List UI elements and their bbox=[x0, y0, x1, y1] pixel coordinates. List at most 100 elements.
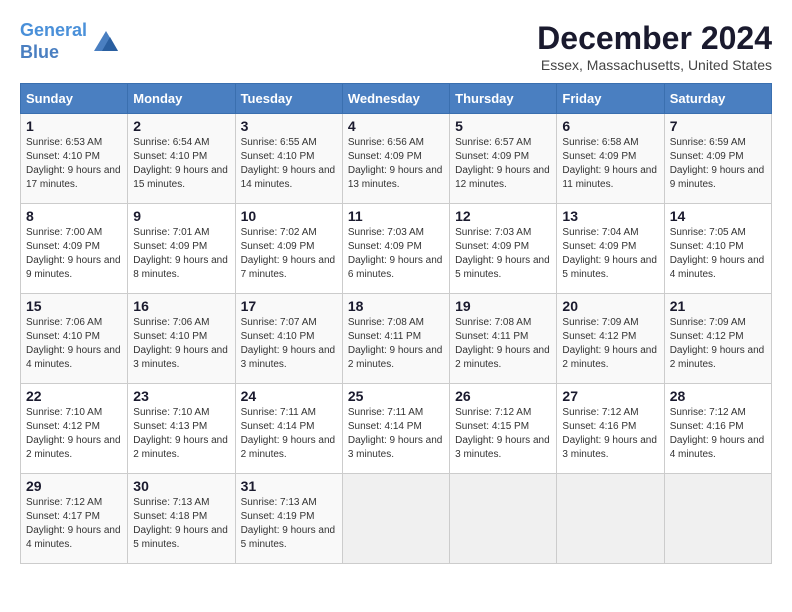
day-info: Sunrise: 6:54 AM Sunset: 4:10 PM Dayligh… bbox=[133, 136, 229, 192]
day-info: Sunrise: 7:10 AM Sunset: 4:13 PM Dayligh… bbox=[133, 406, 229, 462]
day-info: Sunrise: 7:12 AM Sunset: 4:15 PM Dayligh… bbox=[455, 406, 551, 462]
week-row-5: 29 Sunrise: 7:12 AM Sunset: 4:17 PM Dayli… bbox=[21, 474, 772, 564]
day-info: Sunrise: 7:04 AM Sunset: 4:09 PM Dayligh… bbox=[562, 226, 658, 282]
day-number: 11 bbox=[348, 208, 444, 224]
calendar-cell: 23 Sunrise: 7:10 AM Sunset: 4:13 PM Dayli… bbox=[128, 384, 235, 474]
week-row-3: 15 Sunrise: 7:06 AM Sunset: 4:10 PM Dayli… bbox=[21, 294, 772, 384]
day-number: 18 bbox=[348, 298, 444, 314]
day-info: Sunrise: 6:59 AM Sunset: 4:09 PM Dayligh… bbox=[670, 136, 766, 192]
calendar-cell: 20Sunrise: 7:09 AM Sunset: 4:12 PM Dayli… bbox=[557, 294, 664, 384]
day-number: 22 bbox=[26, 388, 122, 404]
calendar-cell: 9Sunrise: 7:01 AM Sunset: 4:09 PM Daylig… bbox=[128, 204, 235, 294]
calendar-cell: 18 Sunrise: 7:08 AM Sunset: 4:11 PM Dayli… bbox=[342, 294, 449, 384]
calendar-cell: 13 Sunrise: 7:04 AM Sunset: 4:09 PM Dayli… bbox=[557, 204, 664, 294]
calendar-cell bbox=[664, 474, 771, 564]
day-header-wednesday: Wednesday bbox=[342, 84, 449, 114]
day-info: Sunrise: 7:06 AM Sunset: 4:10 PM Dayligh… bbox=[26, 316, 122, 372]
logo-line1: General bbox=[20, 20, 87, 40]
calendar-cell: 2 Sunrise: 6:54 AM Sunset: 4:10 PM Daylig… bbox=[128, 114, 235, 204]
day-number: 3 bbox=[241, 118, 337, 134]
calendar-cell: 15 Sunrise: 7:06 AM Sunset: 4:10 PM Dayli… bbox=[21, 294, 128, 384]
calendar-cell: 16 Sunrise: 7:06 AM Sunset: 4:10 PM Dayli… bbox=[128, 294, 235, 384]
calendar-cell: 22Sunrise: 7:10 AM Sunset: 4:12 PM Dayli… bbox=[21, 384, 128, 474]
day-info: Sunrise: 7:06 AM Sunset: 4:10 PM Dayligh… bbox=[133, 316, 229, 372]
day-info: Sunrise: 7:13 AM Sunset: 4:19 PM Dayligh… bbox=[241, 496, 337, 552]
day-info: Sunrise: 7:12 AM Sunset: 4:16 PM Dayligh… bbox=[670, 406, 766, 462]
calendar-cell: 12 Sunrise: 7:03 AM Sunset: 4:09 PM Dayli… bbox=[450, 204, 557, 294]
day-header-tuesday: Tuesday bbox=[235, 84, 342, 114]
day-info: Sunrise: 7:07 AM Sunset: 4:10 PM Dayligh… bbox=[241, 316, 337, 372]
day-info: Sunrise: 7:11 AM Sunset: 4:14 PM Dayligh… bbox=[241, 406, 337, 462]
day-info: Sunrise: 6:58 AM Sunset: 4:09 PM Dayligh… bbox=[562, 136, 658, 192]
day-number: 15 bbox=[26, 298, 122, 314]
day-number: 19 bbox=[455, 298, 551, 314]
calendar-cell: 3 Sunrise: 6:55 AM Sunset: 4:10 PM Daylig… bbox=[235, 114, 342, 204]
day-number: 14 bbox=[670, 208, 766, 224]
day-info: Sunrise: 7:12 AM Sunset: 4:16 PM Dayligh… bbox=[562, 406, 658, 462]
calendar-cell bbox=[557, 474, 664, 564]
day-number: 4 bbox=[348, 118, 444, 134]
day-number: 1 bbox=[26, 118, 122, 134]
calendar-cell: 30 Sunrise: 7:13 AM Sunset: 4:18 PM Dayli… bbox=[128, 474, 235, 564]
day-info: Sunrise: 6:53 AM Sunset: 4:10 PM Dayligh… bbox=[26, 136, 122, 192]
day-number: 7 bbox=[670, 118, 766, 134]
day-number: 16 bbox=[133, 298, 229, 314]
day-info: Sunrise: 7:11 AM Sunset: 4:14 PM Dayligh… bbox=[348, 406, 444, 462]
day-number: 9 bbox=[133, 208, 229, 224]
day-number: 28 bbox=[670, 388, 766, 404]
days-of-week-row: SundayMondayTuesdayWednesdayThursdayFrid… bbox=[21, 84, 772, 114]
logo-text: General Blue bbox=[20, 20, 87, 63]
day-info: Sunrise: 7:13 AM Sunset: 4:18 PM Dayligh… bbox=[133, 496, 229, 552]
day-header-thursday: Thursday bbox=[450, 84, 557, 114]
day-number: 6 bbox=[562, 118, 658, 134]
day-info: Sunrise: 7:12 AM Sunset: 4:17 PM Dayligh… bbox=[26, 496, 122, 552]
day-number: 20 bbox=[562, 298, 658, 314]
day-number: 30 bbox=[133, 478, 229, 494]
calendar-cell: 1 Sunrise: 6:53 AM Sunset: 4:10 PM Daylig… bbox=[21, 114, 128, 204]
calendar-cell: 10 Sunrise: 7:02 AM Sunset: 4:09 PM Dayli… bbox=[235, 204, 342, 294]
day-info: Sunrise: 7:03 AM Sunset: 4:09 PM Dayligh… bbox=[455, 226, 551, 282]
day-info: Sunrise: 7:02 AM Sunset: 4:09 PM Dayligh… bbox=[241, 226, 337, 282]
day-number: 23 bbox=[133, 388, 229, 404]
week-row-2: 8 Sunrise: 7:00 AM Sunset: 4:09 PM Daylig… bbox=[21, 204, 772, 294]
day-info: Sunrise: 6:57 AM Sunset: 4:09 PM Dayligh… bbox=[455, 136, 551, 192]
location-subtitle: Essex, Massachusetts, United States bbox=[537, 57, 772, 73]
page-header: General Blue December 2024 Essex, Massac… bbox=[20, 20, 772, 73]
day-number: 26 bbox=[455, 388, 551, 404]
day-info: Sunrise: 7:03 AM Sunset: 4:09 PM Dayligh… bbox=[348, 226, 444, 282]
day-info: Sunrise: 7:08 AM Sunset: 4:11 PM Dayligh… bbox=[348, 316, 444, 372]
day-info: Sunrise: 7:05 AM Sunset: 4:10 PM Dayligh… bbox=[670, 226, 766, 282]
day-number: 27 bbox=[562, 388, 658, 404]
day-header-monday: Monday bbox=[128, 84, 235, 114]
day-number: 24 bbox=[241, 388, 337, 404]
calendar-cell: 5 Sunrise: 6:57 AM Sunset: 4:09 PM Daylig… bbox=[450, 114, 557, 204]
calendar-cell: 31 Sunrise: 7:13 AM Sunset: 4:19 PM Dayli… bbox=[235, 474, 342, 564]
day-number: 29 bbox=[26, 478, 122, 494]
day-number: 8 bbox=[26, 208, 122, 224]
calendar-cell: 27 Sunrise: 7:12 AM Sunset: 4:16 PM Dayli… bbox=[557, 384, 664, 474]
day-info: Sunrise: 6:56 AM Sunset: 4:09 PM Dayligh… bbox=[348, 136, 444, 192]
calendar-cell: 28 Sunrise: 7:12 AM Sunset: 4:16 PM Dayli… bbox=[664, 384, 771, 474]
calendar-cell: 19Sunrise: 7:08 AM Sunset: 4:11 PM Dayli… bbox=[450, 294, 557, 384]
calendar-cell: 17Sunrise: 7:07 AM Sunset: 4:10 PM Dayli… bbox=[235, 294, 342, 384]
day-info: Sunrise: 6:55 AM Sunset: 4:10 PM Dayligh… bbox=[241, 136, 337, 192]
day-number: 12 bbox=[455, 208, 551, 224]
calendar-cell: 6 Sunrise: 6:58 AM Sunset: 4:09 PM Daylig… bbox=[557, 114, 664, 204]
day-number: 5 bbox=[455, 118, 551, 134]
day-number: 31 bbox=[241, 478, 337, 494]
week-row-1: 1 Sunrise: 6:53 AM Sunset: 4:10 PM Daylig… bbox=[21, 114, 772, 204]
logo: General Blue bbox=[20, 20, 122, 63]
calendar-cell: 29 Sunrise: 7:12 AM Sunset: 4:17 PM Dayli… bbox=[21, 474, 128, 564]
calendar-cell: 25Sunrise: 7:11 AM Sunset: 4:14 PM Dayli… bbox=[342, 384, 449, 474]
calendar-cell: 4 Sunrise: 6:56 AM Sunset: 4:09 PM Daylig… bbox=[342, 114, 449, 204]
day-info: Sunrise: 7:00 AM Sunset: 4:09 PM Dayligh… bbox=[26, 226, 122, 282]
calendar-cell: 21Sunrise: 7:09 AM Sunset: 4:12 PM Dayli… bbox=[664, 294, 771, 384]
day-number: 21 bbox=[670, 298, 766, 314]
day-number: 13 bbox=[562, 208, 658, 224]
day-number: 10 bbox=[241, 208, 337, 224]
day-header-saturday: Saturday bbox=[664, 84, 771, 114]
calendar-cell: 8 Sunrise: 7:00 AM Sunset: 4:09 PM Daylig… bbox=[21, 204, 128, 294]
month-title: December 2024 bbox=[537, 20, 772, 57]
calendar-header: SundayMondayTuesdayWednesdayThursdayFrid… bbox=[21, 84, 772, 114]
day-number: 2 bbox=[133, 118, 229, 134]
